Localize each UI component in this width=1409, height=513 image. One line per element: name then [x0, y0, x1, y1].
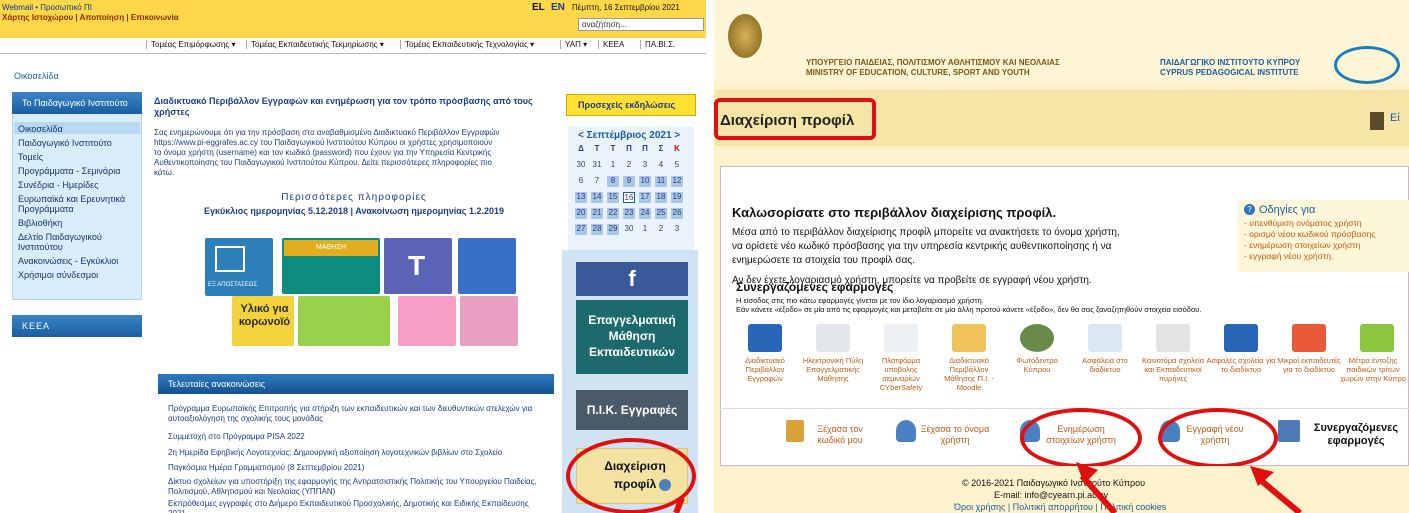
- arrow-line: [673, 496, 685, 513]
- annotation-arrows: [673, 462, 1302, 513]
- arrow-line: [1079, 474, 1118, 513]
- arrow-line: [1256, 475, 1302, 513]
- arrow-head-icon: [1076, 462, 1098, 484]
